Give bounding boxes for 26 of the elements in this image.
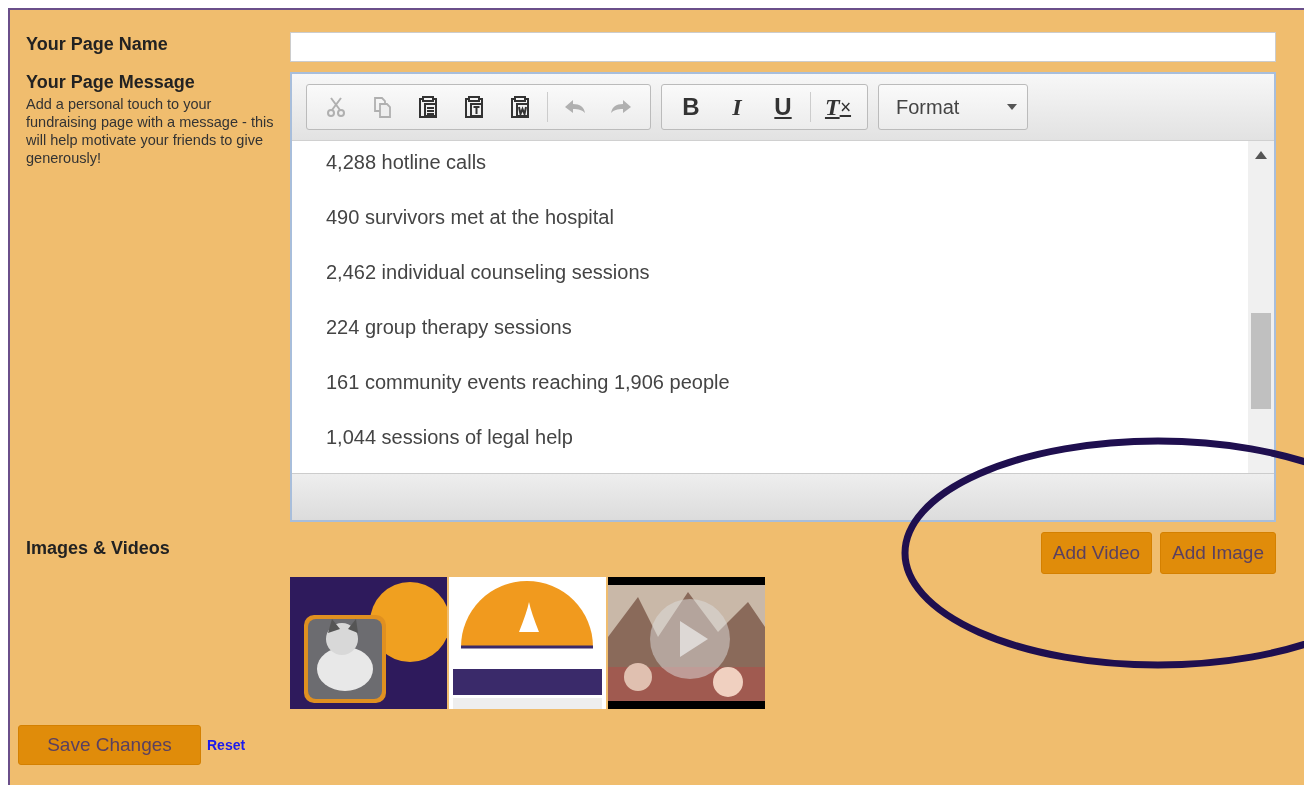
clipboard-icon	[417, 95, 439, 119]
clipboard-icon	[463, 95, 485, 119]
message-paragraph: 2,462 individual counseling sessions	[326, 260, 651, 285]
page-name-field[interactable]	[290, 32, 1276, 62]
editor-content[interactable]: 4,288 hotline calls 490 survivors met at the hospital 2,462 individual counseling sessions 224 group therapy sessions 161 community events reaching 1,906 people 1,044 sessions of legal help	[292, 141, 1248, 473]
message-paragraph: 490 survivors met at the hospital	[326, 205, 615, 230]
bold-button[interactable]: B	[668, 87, 714, 127]
message-paragraph: 1,044 sessions of legal help	[326, 425, 574, 450]
format-dropdown[interactable]: Format	[878, 84, 1028, 130]
field-label: Your Page Name	[26, 34, 169, 56]
scroll-up-icon[interactable]	[1255, 151, 1267, 159]
reset-link[interactable]: Reset	[207, 737, 246, 753]
scissors-icon	[325, 96, 347, 118]
field-hint: Add a personal touch to your fundraising page with a message - this will help motivate your friends to give generously!	[26, 95, 275, 167]
underline-button[interactable]: U	[760, 87, 806, 127]
caret-icon	[1007, 104, 1017, 110]
message-paragraph: 224 group therapy sessions	[326, 315, 573, 340]
field-label: Your Page Message	[26, 72, 196, 93]
scrollbar[interactable]	[1248, 141, 1274, 473]
message-paragraph: 4,288 hotline calls	[326, 150, 488, 175]
clipboard-icon	[509, 95, 531, 119]
italic-button[interactable]: I	[714, 87, 760, 127]
scroll-thumb[interactable]	[1251, 313, 1271, 409]
copy-icon	[371, 96, 393, 118]
message-paragraph: 161 community events reaching 1,906 people	[326, 370, 731, 395]
section-label: Images & Videos	[26, 537, 171, 560]
